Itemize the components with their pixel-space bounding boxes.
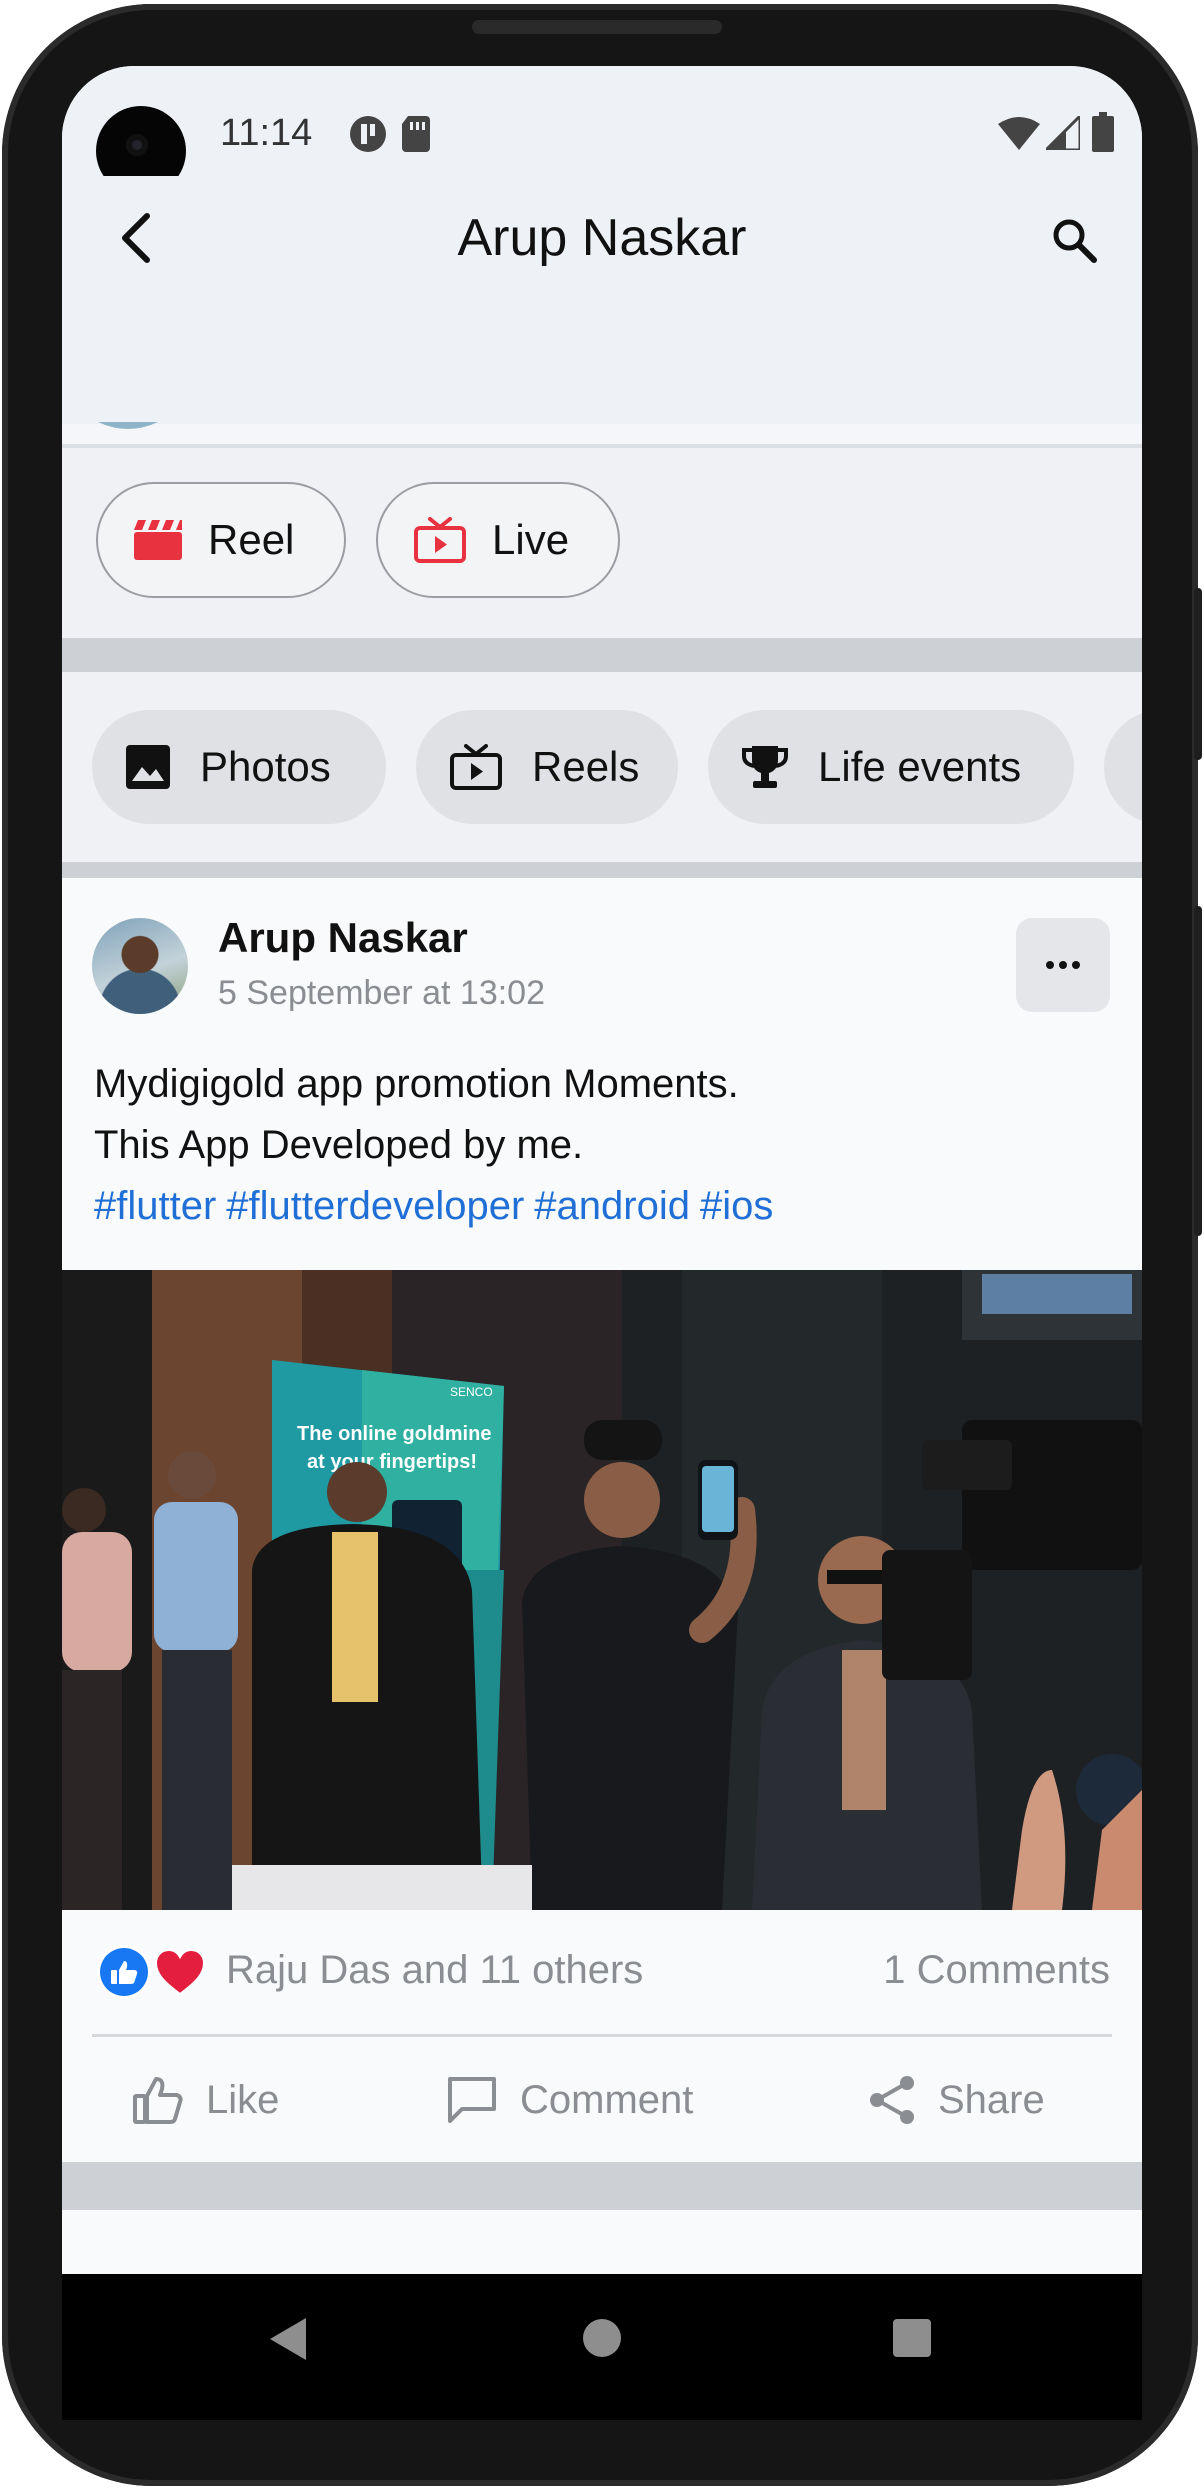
system-navigation-bar: [62, 2274, 1142, 2420]
cellular-signal-icon: [1046, 116, 1080, 150]
like-label: Like: [206, 2077, 280, 2122]
life-events-chip[interactable]: Life events: [708, 710, 1074, 824]
banner-brand: SENCO: [450, 1385, 493, 1399]
post-photo[interactable]: The online goldmine at your fingertips! …: [62, 1270, 1142, 1910]
post-text-line: Mydigigold app promotion Moments.: [94, 1062, 739, 1106]
section-divider: [62, 2162, 1142, 2210]
post-author[interactable]: Arup Naskar: [218, 914, 468, 962]
avatar-peek: [98, 422, 158, 429]
thumbs-up-icon: [111, 1961, 138, 1984]
comment-icon: [448, 2077, 496, 2123]
reaction-summary-text: Raju Das and 11 others: [226, 1948, 644, 1992]
earpiece-speaker: [472, 20, 722, 34]
live-chip[interactable]: Live: [376, 482, 620, 598]
section-divider: [62, 862, 1142, 878]
reels-icon: [450, 744, 502, 790]
hashtags: #flutter #flutterdeveloper #android #ios: [94, 1176, 783, 1237]
avatar[interactable]: [92, 918, 188, 1014]
more-options-button[interactable]: [1016, 918, 1110, 1012]
search-icon: [1053, 219, 1097, 263]
status-time: 11:14: [220, 112, 313, 154]
status-bar: 11:14: [62, 66, 1142, 196]
post-actions: Like Comment Share: [62, 2038, 1142, 2162]
create-actions-row: Reel Live: [62, 448, 1142, 638]
heart-reaction-icon: [154, 1948, 206, 1996]
sd-card-icon: [402, 116, 430, 152]
reactions-summary[interactable]: Raju Das and 11 others 1 Comments: [62, 1910, 1142, 2034]
live-chip-label: Live: [492, 516, 570, 563]
share-button[interactable]: Share: [868, 2068, 1045, 2132]
hashtag-link[interactable]: #android: [534, 1184, 690, 1228]
notification-app-icon: [350, 116, 386, 152]
hashtag-link[interactable]: #flutter: [94, 1184, 216, 1228]
event-photo-illustration: The online goldmine at your fingertips! …: [62, 1270, 1142, 1910]
comment-button[interactable]: Comment: [446, 2068, 693, 2132]
post-text: Mydigigold app promotion Moments. This A…: [94, 1054, 783, 1237]
comments-count[interactable]: 1 Comments: [883, 1948, 1110, 1993]
section-divider: [62, 638, 1142, 672]
share-label: Share: [938, 2077, 1045, 2122]
hashtag-link[interactable]: #flutterdeveloper: [226, 1184, 524, 1228]
photos-chip[interactable]: Photos: [92, 710, 386, 824]
nav-home-icon[interactable]: [582, 2318, 622, 2358]
trophy-icon: [742, 746, 788, 788]
power-button: [1194, 906, 1202, 1236]
live-tv-icon: [414, 517, 466, 563]
profile-filter-row: Photos Reels Life events: [62, 672, 1142, 862]
comment-label: Comment: [520, 2077, 694, 2122]
share-icon: [870, 2076, 914, 2124]
screen: 11:14 Arup Naskar Reel Live Photos Reels…: [62, 66, 1142, 2274]
profile-header-edge: [62, 422, 1142, 444]
nav-recents-icon[interactable]: [892, 2318, 932, 2358]
reel-chip-label: Reel: [208, 516, 295, 563]
photos-chip-label: Photos: [200, 743, 331, 790]
more-dots-icon: [1046, 961, 1080, 969]
battery-icon: [1092, 112, 1114, 152]
next-post-placeholder: [62, 2210, 1142, 2274]
reel-chip[interactable]: Reel: [96, 482, 346, 598]
like-reaction-icon: [100, 1948, 148, 1996]
nav-back-icon[interactable]: [268, 2316, 308, 2362]
banner-line-2: at your fingertips!: [307, 1451, 477, 1473]
search-button[interactable]: [1042, 208, 1106, 272]
reels-chip[interactable]: Reels: [416, 710, 678, 824]
divider: [92, 2034, 1112, 2037]
more-filter-chip[interactable]: [1104, 710, 1142, 824]
volume-button: [1194, 588, 1202, 760]
page-title: Arup Naskar: [457, 209, 747, 267]
post-card: Arup Naskar 5 September at 13:02 Mydigig…: [62, 878, 1142, 2162]
like-button[interactable]: Like: [132, 2068, 279, 2132]
banner-line-1: The online goldmine: [297, 1423, 491, 1445]
reels-chip-label: Reels: [532, 743, 640, 790]
hashtag-link[interactable]: #ios: [700, 1184, 773, 1228]
post-text-line: This App Developed by me.: [94, 1123, 584, 1167]
wifi-icon: [998, 117, 1040, 150]
image-icon: [126, 745, 170, 789]
life-events-chip-label: Life events: [818, 743, 1022, 790]
clapperboard-icon: [134, 520, 182, 560]
like-icon: [133, 2077, 183, 2124]
post-timestamp: 5 September at 13:02: [218, 974, 546, 1012]
